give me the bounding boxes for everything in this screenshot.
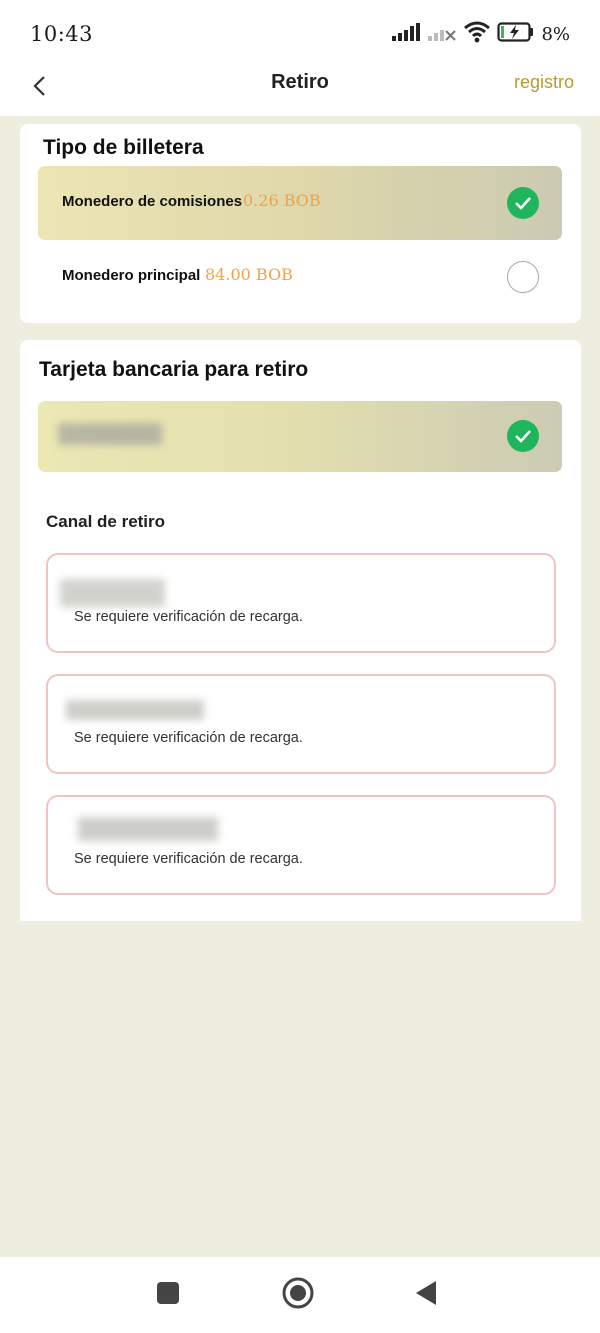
- channel-note: Se requiere verificación de recarga.: [74, 851, 303, 867]
- wallet-option-amount: 0.26 BOB: [243, 191, 321, 210]
- redacted-channel-name: [78, 817, 218, 841]
- channel-item[interactable]: Se requiere verificación de recarga.: [46, 795, 556, 895]
- radio-empty-icon: [507, 261, 539, 293]
- battery-percent: 8%: [541, 23, 570, 45]
- wallet-type-title: Tipo de billetera: [43, 136, 204, 159]
- wallet-option-amount: 84.00 BOB: [205, 265, 293, 284]
- check-circle-icon: [507, 187, 539, 219]
- status-time: 10:43: [30, 22, 94, 46]
- wallet-option-name: Monedero de comisiones: [62, 193, 243, 210]
- square-icon: [156, 1281, 180, 1310]
- signal-x-icon: [427, 22, 457, 47]
- wallet-type-card: Tipo de billetera Monedero de comisiones…: [20, 124, 581, 323]
- status-icons: 8%: [391, 21, 570, 48]
- withdrawal-channel-section: Canal de retiro Se requiere verificación…: [20, 488, 581, 921]
- wallet-option-commissions[interactable]: Monedero de comisiones 0.26 BOB: [38, 166, 562, 240]
- redacted-channel-name: [60, 579, 165, 607]
- bank-card-option[interactable]: [38, 401, 562, 472]
- battery-charging-icon: [497, 21, 535, 48]
- redacted-channel-name: [66, 700, 204, 720]
- channel-title: Canal de retiro: [46, 512, 166, 531]
- system-nav-bar: [0, 1257, 600, 1333]
- wallet-option-name: Monedero principal: [62, 267, 201, 284]
- channel-item[interactable]: Se requiere verificación de recarga.: [46, 553, 556, 653]
- channel-note: Se requiere verificación de recarga.: [74, 609, 303, 625]
- wifi-icon: [463, 21, 491, 48]
- redacted-card-number: [58, 423, 162, 445]
- signal-icon: [391, 22, 421, 47]
- bank-card-title: Tarjeta bancaria para retiro: [39, 358, 309, 381]
- triangle-back-icon: [414, 1279, 438, 1312]
- recent-apps-button[interactable]: [148, 1275, 188, 1315]
- channel-item[interactable]: Se requiere verificación de recarga.: [46, 674, 556, 774]
- check-circle-icon: [507, 420, 539, 452]
- page-title: Retiro: [271, 71, 329, 93]
- wallet-option-main[interactable]: Monedero principal 84.00 BOB: [38, 240, 562, 314]
- home-button[interactable]: [278, 1275, 318, 1315]
- app-header: Retiro registro: [0, 64, 600, 116]
- channel-note: Se requiere verificación de recarga.: [74, 730, 303, 746]
- record-link[interactable]: registro: [514, 72, 574, 93]
- back-nav-button[interactable]: [406, 1275, 446, 1315]
- circle-home-icon: [281, 1276, 315, 1315]
- status-bar: 10:43 8%: [0, 0, 600, 64]
